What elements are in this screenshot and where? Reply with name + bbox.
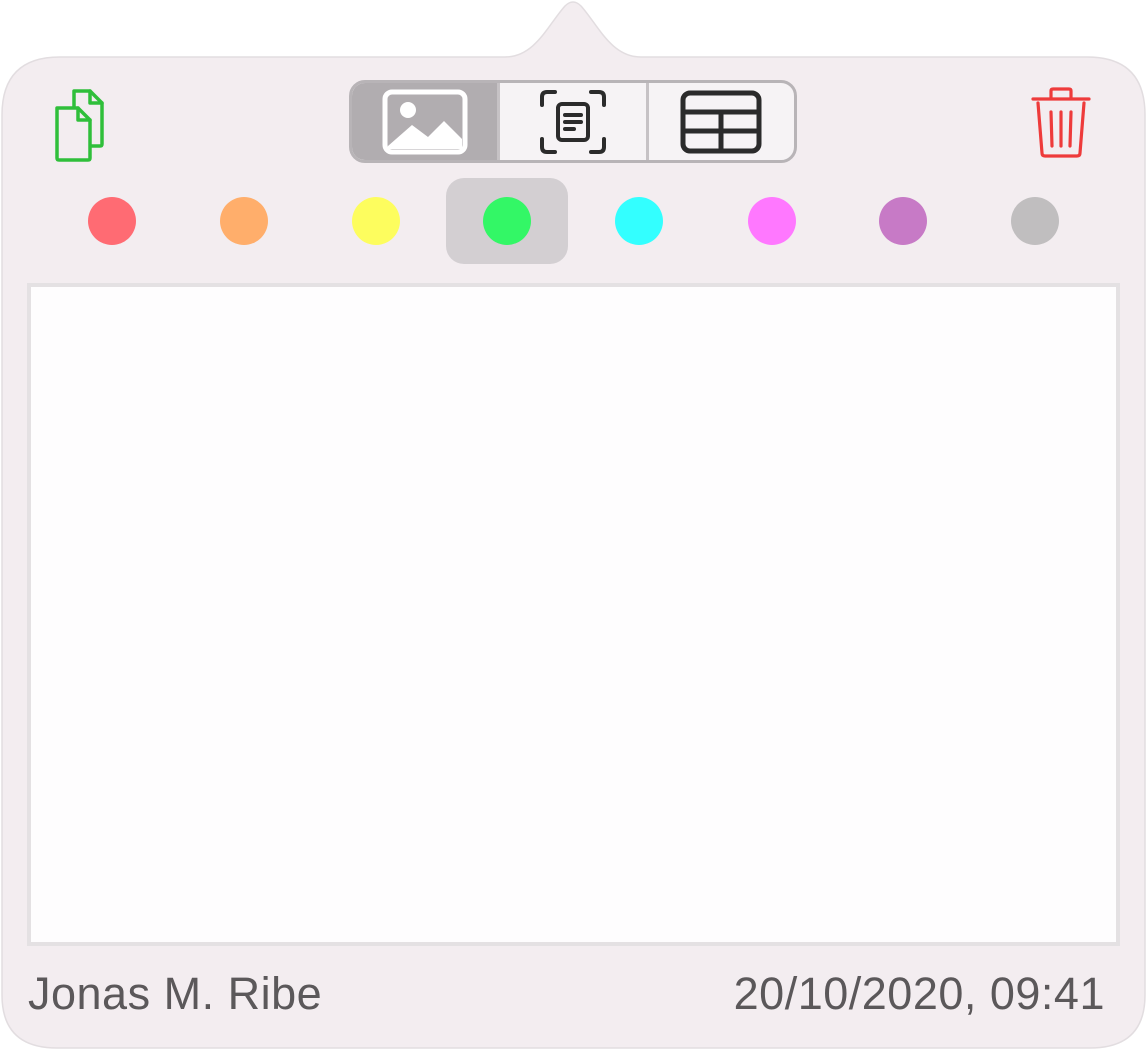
color-dot-gray: [1011, 197, 1059, 245]
color-dot-purple: [879, 197, 927, 245]
color-picker-row: [0, 178, 1147, 264]
photo-icon: [382, 89, 468, 154]
color-dot-cyan: [615, 197, 663, 245]
color-swatch-pink[interactable]: [711, 178, 833, 264]
mode-image-segment[interactable]: [352, 83, 498, 160]
color-swatch-gray[interactable]: [974, 178, 1096, 264]
color-swatch-cyan[interactable]: [578, 178, 700, 264]
copy-documents-icon: [55, 89, 104, 162]
color-swatch-red[interactable]: [51, 178, 173, 264]
color-swatch-yellow[interactable]: [315, 178, 437, 264]
note-popover: Jonas M. Ribe 20/10/2020, 09:41: [0, 0, 1147, 1052]
trash-icon: [1031, 87, 1091, 158]
delete-button[interactable]: [1028, 86, 1094, 160]
note-timestamp: 20/10/2020, 09:41: [733, 968, 1105, 1019]
text-scan-icon: [539, 89, 606, 154]
copy-button[interactable]: [50, 86, 120, 166]
table-icon: [680, 90, 762, 153]
mode-segmented-control: [349, 80, 797, 163]
color-swatch-purple[interactable]: [842, 178, 964, 264]
color-dot-green: [483, 197, 531, 245]
note-text-area[interactable]: [27, 283, 1120, 946]
note-author: Jonas M. Ribe: [28, 968, 323, 1019]
mode-table-segment[interactable]: [645, 83, 794, 160]
color-swatch-orange[interactable]: [183, 178, 305, 264]
color-dot-yellow: [352, 197, 400, 245]
color-swatch-green[interactable]: [446, 178, 568, 264]
mode-text-scan-segment[interactable]: [497, 83, 645, 160]
color-dot-orange: [220, 197, 268, 245]
color-dot-red: [88, 197, 136, 245]
color-dot-pink: [748, 197, 796, 245]
